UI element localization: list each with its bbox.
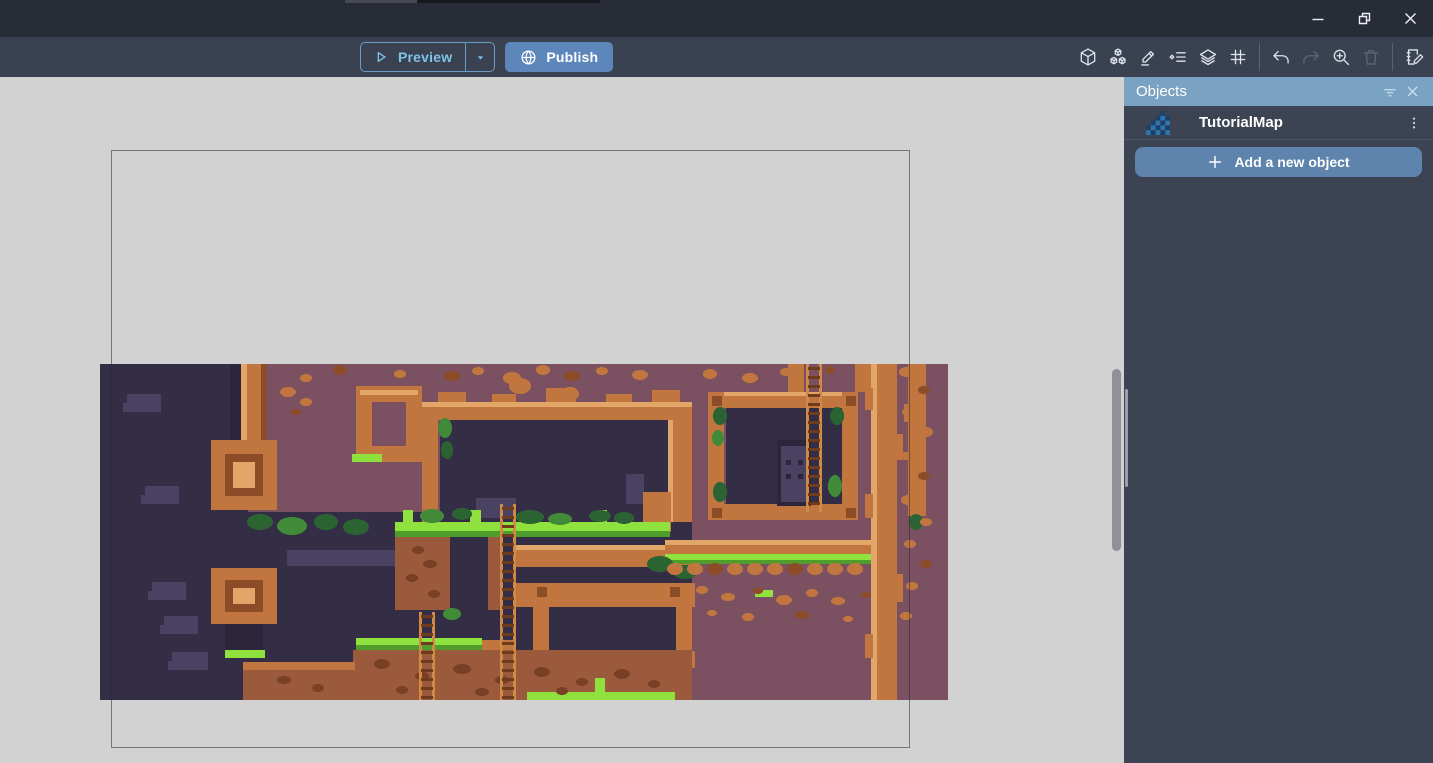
preview-button[interactable]: Preview <box>361 43 465 71</box>
minimize-button[interactable] <box>1295 0 1341 37</box>
cube-3d-icon[interactable] <box>1075 43 1101 71</box>
objects-panel-title: Objects <box>1136 83 1379 100</box>
globe-icon <box>520 49 537 66</box>
canvas-vertical-scrollbar[interactable] <box>1112 369 1121 551</box>
kebab-menu-icon[interactable] <box>1403 110 1425 136</box>
minimize-icon <box>1311 12 1325 26</box>
maximize-button[interactable] <box>1341 0 1387 37</box>
top-tab-strip-dark <box>417 0 600 3</box>
top-tab-strip-light <box>345 0 417 3</box>
window-titlebar <box>0 0 1433 37</box>
zoom-in-icon[interactable] <box>1328 43 1354 71</box>
publish-button[interactable]: Publish <box>505 42 613 72</box>
tilemap-thumbnail-icon <box>1146 111 1170 135</box>
toolbar-separator <box>1259 43 1260 71</box>
toolbar-separator <box>1392 43 1393 71</box>
object-name-label: TutorialMap <box>1199 114 1403 131</box>
add-new-object-button[interactable]: Add a new object <box>1135 147 1422 177</box>
tilemap-art <box>100 364 948 700</box>
properties-icon[interactable] <box>1401 43 1427 71</box>
close-icon <box>1403 11 1418 26</box>
objects-panel-header: Objects <box>1124 77 1433 106</box>
objects-cubes-icon[interactable] <box>1105 43 1131 71</box>
layers-icon[interactable] <box>1195 43 1221 71</box>
main-toolbar: Preview Publish <box>0 37 1433 77</box>
caret-down-icon <box>475 52 486 63</box>
preview-label: Preview <box>398 49 452 65</box>
instances-list-icon[interactable] <box>1165 43 1191 71</box>
objects-panel: Objects TutorialMap Add a new object <box>1124 77 1433 763</box>
tilemap-instance[interactable] <box>100 364 948 700</box>
redo-icon[interactable] <box>1298 43 1324 71</box>
publish-label: Publish <box>546 49 598 65</box>
toolbar-icon-group <box>1075 42 1427 72</box>
panel-scrollbar[interactable] <box>1125 389 1128 487</box>
preview-dropdown-button[interactable] <box>465 43 494 71</box>
plus-icon <box>1207 154 1223 170</box>
object-list-item-tutorialmap[interactable]: TutorialMap <box>1124 106 1433 140</box>
trash-icon[interactable] <box>1358 43 1384 71</box>
filter-icon[interactable] <box>1379 81 1401 103</box>
add-new-object-label: Add a new object <box>1234 154 1349 170</box>
restore-icon <box>1357 11 1372 26</box>
play-icon <box>373 49 389 65</box>
preview-split-button: Preview <box>360 42 495 72</box>
grid-icon[interactable] <box>1225 43 1251 71</box>
window-controls <box>1295 0 1433 37</box>
close-panel-icon[interactable] <box>1401 81 1423 103</box>
edit-pencil-icon[interactable] <box>1135 43 1161 71</box>
scene-editor-canvas[interactable] <box>0 77 1124 763</box>
undo-icon[interactable] <box>1268 43 1294 71</box>
close-button[interactable] <box>1387 0 1433 37</box>
